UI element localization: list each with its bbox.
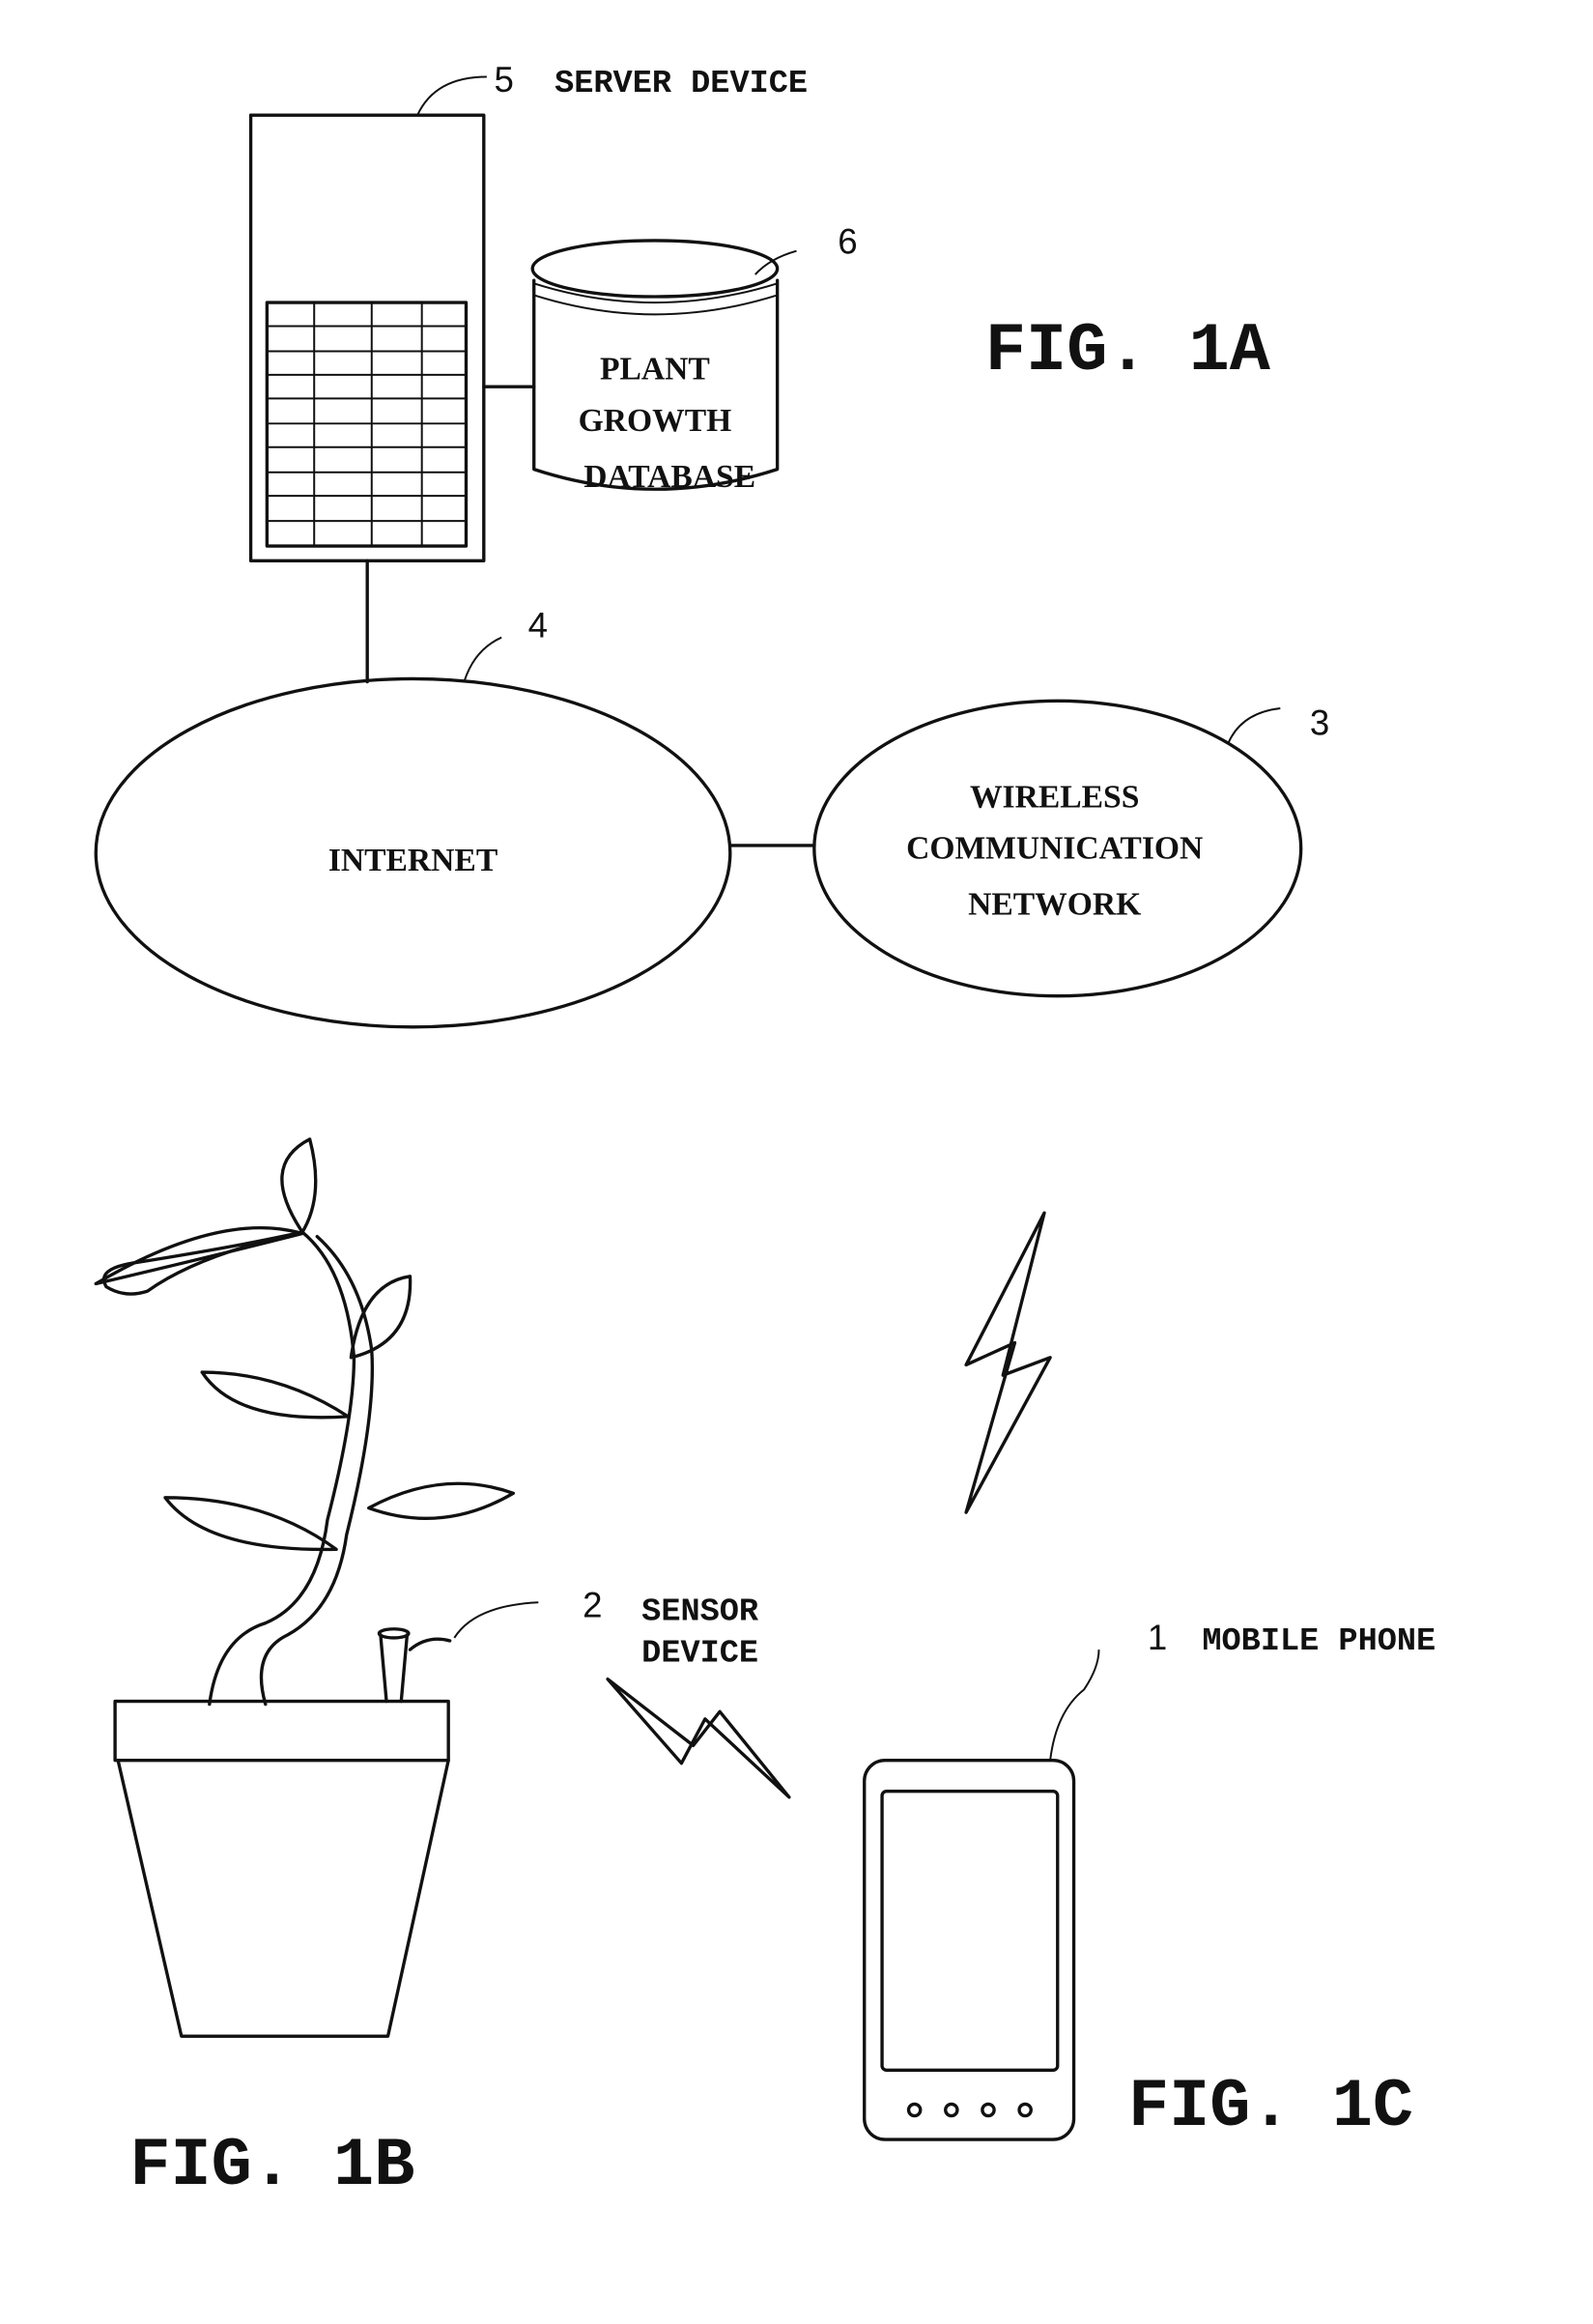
wireless-leader-line (1227, 707, 1281, 743)
phone-button-4 (1017, 2102, 1033, 2118)
leaf-top (280, 1137, 318, 1234)
potted-plant: 2 SENSOR DEVICE (94, 1137, 759, 2038)
sensor-probe (379, 1633, 410, 1704)
lightning-bolt-icon (964, 1211, 1052, 1514)
patent-drawing: 5 SERVER DEVICE 6 PLANT GROWTH DATABASE … (94, 60, 1436, 2205)
pot-body (116, 1758, 450, 2038)
sensor-antenna (408, 1637, 452, 1651)
phone-screen (880, 1790, 1060, 2072)
internet-leader-line (464, 636, 502, 681)
leaf-upper-right (349, 1275, 412, 1360)
internet-ref-number: 4 (528, 606, 548, 646)
database-label-line2: GROWTH (579, 403, 732, 439)
phone-button-3 (981, 2102, 996, 2118)
wireless-ref-number: 3 (1310, 703, 1329, 742)
server-grid-lines (267, 302, 467, 547)
mobile-phone: 1 MOBILE PHONE (863, 1618, 1436, 2141)
plant-stem-right (259, 1234, 375, 1707)
internet-cloud: 4 INTERNET (94, 606, 732, 1029)
database-cylinder-top (530, 239, 780, 299)
sensor-leader-line (453, 1601, 539, 1639)
pot-rim (113, 1699, 450, 1763)
server-leader-line (416, 75, 487, 116)
phone-button-2 (944, 2102, 959, 2118)
figure-1a-title: FIG. 1A (985, 314, 1271, 390)
figure-1c-title: FIG. 1C (1128, 2070, 1413, 2146)
wireless-label-line2: COMMUNICATION (906, 831, 1203, 867)
server-label: SERVER DEVICE (555, 66, 808, 102)
server-ref-number: 5 (494, 60, 513, 100)
plant-growth-database: 6 PLANT GROWTH DATABASE (530, 222, 858, 495)
plant-stem-left (208, 1230, 356, 1707)
database-label-line3: DATABASE (583, 459, 755, 495)
phone-leader-line (1049, 1650, 1100, 1761)
database-ref-number: 6 (838, 222, 857, 262)
sensor-signal-lightning-icon (606, 1677, 791, 1799)
wireless-label-line1: WIRELESS (970, 779, 1139, 815)
leaf-lower-left (163, 1496, 338, 1552)
internet-label: INTERNET (328, 843, 498, 878)
wireless-communication-network: 3 WIRELESS COMMUNICATION NETWORK (812, 699, 1329, 998)
database-label-line1: PLANT (600, 352, 710, 387)
phone-ref-number: 1 (1148, 1618, 1167, 1657)
wireless-label-line3: NETWORK (968, 887, 1141, 923)
figure-1b-title: FIG. 1B (129, 2129, 414, 2205)
leaf-middle-right (367, 1481, 516, 1520)
phone-label: MOBILE PHONE (1202, 1623, 1436, 1660)
server-cabinet (248, 113, 486, 562)
phone-button-1 (906, 2102, 923, 2118)
sensor-label-line2: DEVICE (641, 1635, 758, 1672)
leaf-middle-left (200, 1370, 351, 1420)
sensor-label-line1: SENSOR (641, 1594, 759, 1631)
sensor-ref-number: 2 (583, 1586, 602, 1625)
phone-body (863, 1758, 1076, 2141)
